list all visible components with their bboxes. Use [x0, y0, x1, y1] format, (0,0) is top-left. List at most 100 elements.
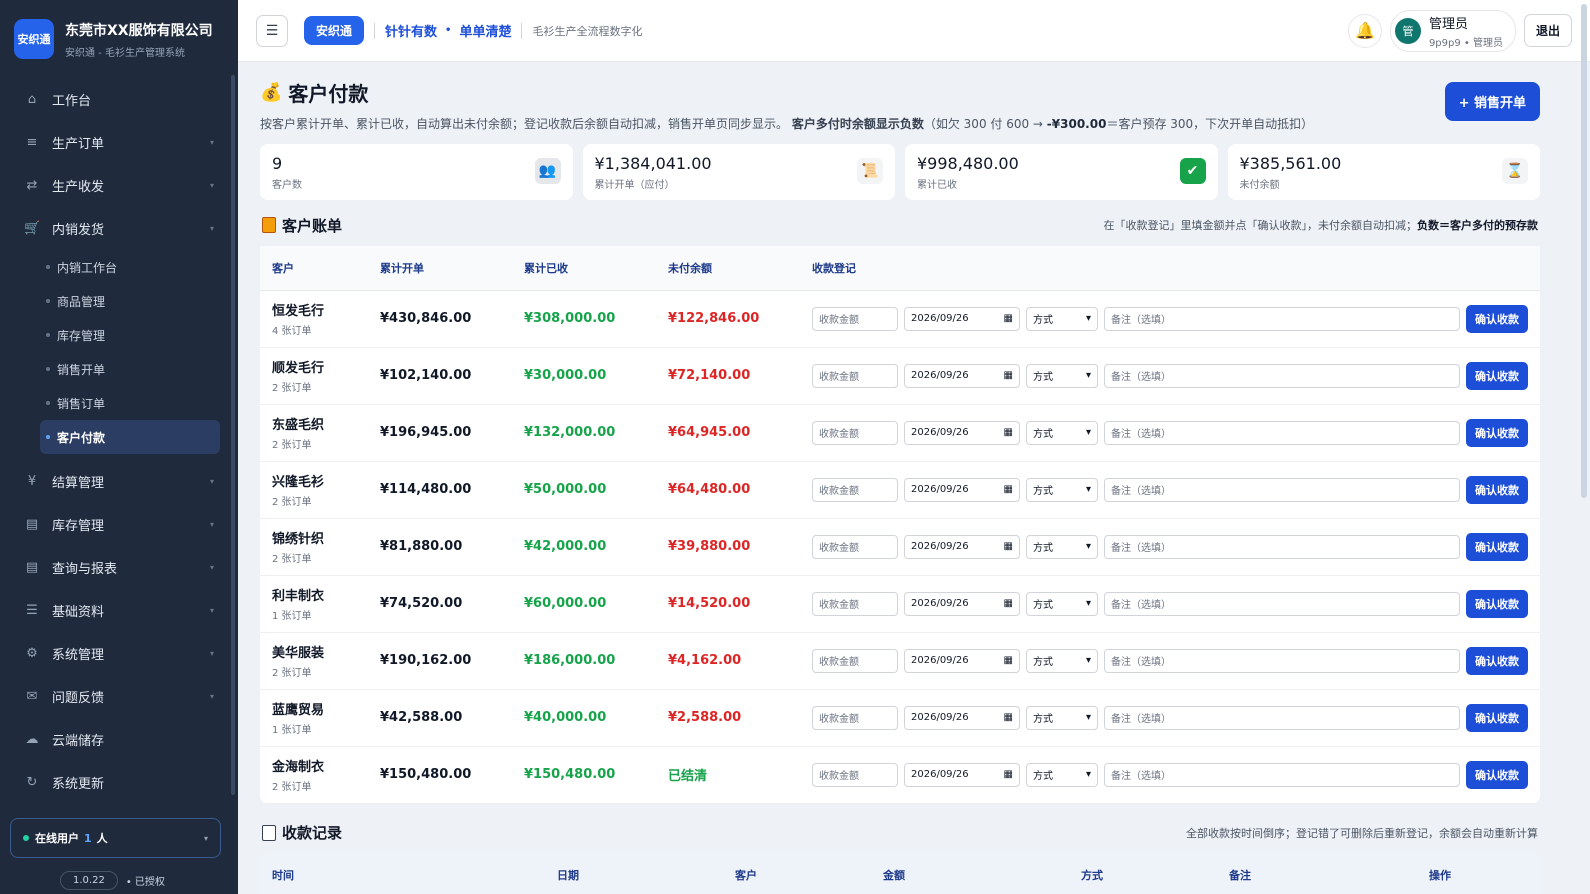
amount-input[interactable]: 收款金额: [812, 534, 898, 559]
date-input[interactable]: 2026/09/26 ▦: [904, 534, 1020, 559]
customer-cell: 利丰制衣 1 张订单: [260, 575, 368, 633]
calendar-icon: ▦: [1003, 541, 1013, 552]
sidebar-scrollbar[interactable]: [231, 75, 235, 795]
confirm-payment-button[interactable]: 确认收款: [1466, 589, 1528, 618]
submenu-item[interactable]: 销售开单: [40, 352, 220, 386]
nav-item-yen[interactable]: ¥ 结算管理 ▾: [0, 460, 238, 503]
paid-amount: ¥308,000.00: [512, 290, 656, 348]
method-select[interactable]: 方式 ▾: [1026, 477, 1098, 502]
method-select[interactable]: 方式 ▾: [1026, 534, 1098, 559]
online-users[interactable]: 在线用户 1 人 ▾: [10, 818, 221, 858]
method-value: 方式: [1033, 543, 1053, 554]
confirm-payment-button[interactable]: 确认收款: [1466, 703, 1528, 732]
method-select[interactable]: 方式 ▾: [1026, 705, 1098, 730]
confirm-payment-button[interactable]: 确认收款: [1466, 304, 1528, 333]
yen-icon: ¥: [27, 474, 37, 489]
stat-label: 累计已收: [917, 180, 957, 191]
amount-input[interactable]: 收款金额: [812, 420, 898, 445]
method-select[interactable]: 方式 ▾: [1026, 306, 1098, 331]
online-label: 在线用户: [35, 832, 79, 845]
note-input[interactable]: 备注（选填）: [1104, 648, 1460, 673]
nav-item-cart[interactable]: 🛒 内销发货 ▾: [0, 207, 238, 250]
notification-bell-icon[interactable]: 🔔: [1347, 13, 1382, 48]
customer-cell: 东盛毛织 2 张订单: [260, 404, 368, 462]
method-select[interactable]: 方式 ▾: [1026, 363, 1098, 388]
submenu-item[interactable]: 库存管理: [40, 318, 220, 352]
method-select[interactable]: 方式 ▾: [1026, 420, 1098, 445]
page-scrollbar[interactable]: [1581, 4, 1587, 498]
amount-input[interactable]: 收款金额: [812, 477, 898, 502]
note-input[interactable]: 备注（选填）: [1104, 591, 1460, 616]
nav-item-menu[interactable]: ☰ 基础资料 ▾: [0, 589, 238, 632]
nav-item-gear[interactable]: ⚙ 系统管理 ▾: [0, 632, 238, 675]
nav-item-inventory[interactable]: ▤ 库存管理 ▾: [0, 503, 238, 546]
amount-input[interactable]: 收款金额: [812, 306, 898, 331]
method-select[interactable]: 方式 ▾: [1026, 591, 1098, 616]
amount-input[interactable]: 收款金额: [812, 705, 898, 730]
confirm-payment-button[interactable]: 确认收款: [1466, 532, 1528, 561]
ledger-title: 客户账单: [282, 216, 343, 235]
payment-form: 收款金额 2026/09/26 ▦ 方式 ▾ 备注（选填） 确认收款: [812, 589, 1528, 618]
date-input[interactable]: 2026/09/26 ▦: [904, 306, 1020, 331]
confirm-payment-button[interactable]: 确认收款: [1466, 418, 1528, 447]
nav-item-label: 查询与报表: [52, 562, 118, 577]
customer-cell: 兴隆毛衫 2 张订单: [260, 461, 368, 519]
submenu-item[interactable]: 商品管理: [40, 284, 220, 318]
chevron-down-icon: ▾: [209, 224, 214, 233]
nav-item-home[interactable]: ⌂ 工作台: [0, 78, 238, 121]
nav-item-transfer[interactable]: ⇄ 生产收发 ▾: [0, 164, 238, 207]
cart-icon: 🛒: [24, 221, 41, 236]
due-amount: ¥64,480.00: [656, 461, 800, 519]
page-header: 💰 客户付款 按客户累计开单、累计已收，自动算出未付余额；登记收款后余额自动扣减…: [260, 78, 1540, 144]
date-input[interactable]: 2026/09/26 ▦: [904, 648, 1020, 673]
app-logo: 安织通: [14, 19, 54, 59]
method-select[interactable]: 方式 ▾: [1026, 648, 1098, 673]
logout-button[interactable]: 退出: [1523, 14, 1572, 47]
note-input[interactable]: 备注（选填）: [1104, 534, 1460, 559]
note-input[interactable]: 备注（选填）: [1104, 705, 1460, 730]
records-table-card: 时间 日期 客户 金额 方式 备注 操作: [260, 853, 1540, 894]
order-count: 1 张订单: [272, 611, 312, 622]
submenu-item[interactable]: 客户付款: [40, 420, 220, 454]
billed-amount: ¥430,846.00: [368, 290, 512, 348]
note-input[interactable]: 备注（选填）: [1104, 477, 1460, 502]
bullet-icon: [46, 299, 50, 303]
date-value: 2026/09/26: [911, 427, 969, 438]
confirm-payment-button[interactable]: 确认收款: [1466, 760, 1528, 789]
customer-name: 美华服装: [272, 646, 325, 661]
note-input[interactable]: 备注（选填）: [1104, 363, 1460, 388]
date-input[interactable]: 2026/09/26 ▦: [904, 477, 1020, 502]
confirm-payment-button[interactable]: 确认收款: [1466, 646, 1528, 675]
payment-form: 收款金额 2026/09/26 ▦ 方式 ▾ 备注（选填） 确认收款: [812, 304, 1528, 333]
note-input[interactable]: 备注（选填）: [1104, 306, 1460, 331]
amount-input[interactable]: 收款金额: [812, 591, 898, 616]
money-bag-icon: 💰: [260, 82, 283, 103]
note-input[interactable]: 备注（选填）: [1104, 762, 1460, 787]
method-select[interactable]: 方式 ▾: [1026, 762, 1098, 787]
nav-item-report[interactable]: ▤ 查询与报表 ▾: [0, 546, 238, 589]
date-input[interactable]: 2026/09/26 ▦: [904, 363, 1020, 388]
nav-item-list[interactable]: ≡ 生产订单 ▾: [0, 121, 238, 164]
new-sale-button[interactable]: + 销售开单: [1444, 82, 1540, 121]
date-input[interactable]: 2026/09/26 ▦: [904, 762, 1020, 787]
note-input[interactable]: 备注（选填）: [1104, 420, 1460, 445]
date-input[interactable]: 2026/09/26 ▦: [904, 705, 1020, 730]
nav-item-cloud[interactable]: ☁ 云端储存: [0, 718, 238, 761]
method-value: 方式: [1033, 771, 1053, 782]
nav-item-refresh[interactable]: ↻ 系统更新: [0, 761, 238, 804]
amount-input[interactable]: 收款金额: [812, 363, 898, 388]
customer-name: 利丰制衣: [272, 589, 325, 604]
date-input[interactable]: 2026/09/26 ▦: [904, 420, 1020, 445]
calendar-icon: ▦: [1003, 427, 1013, 438]
amount-input[interactable]: 收款金额: [812, 648, 898, 673]
menu-toggle-button[interactable]: ☰: [256, 14, 288, 47]
amount-input[interactable]: 收款金额: [812, 762, 898, 787]
column-header: 累计开单: [368, 246, 512, 291]
date-input[interactable]: 2026/09/26 ▦: [904, 591, 1020, 616]
confirm-payment-button[interactable]: 确认收款: [1466, 475, 1528, 504]
user-menu[interactable]: 管 管理员 9p9p9 • 管理员: [1389, 9, 1516, 52]
submenu-item[interactable]: 内销工作台: [40, 250, 220, 284]
submenu-item[interactable]: 销售订单: [40, 386, 220, 420]
confirm-payment-button[interactable]: 确认收款: [1466, 361, 1528, 390]
nav-item-mail[interactable]: ✉ 问题反馈 ▾: [0, 675, 238, 718]
